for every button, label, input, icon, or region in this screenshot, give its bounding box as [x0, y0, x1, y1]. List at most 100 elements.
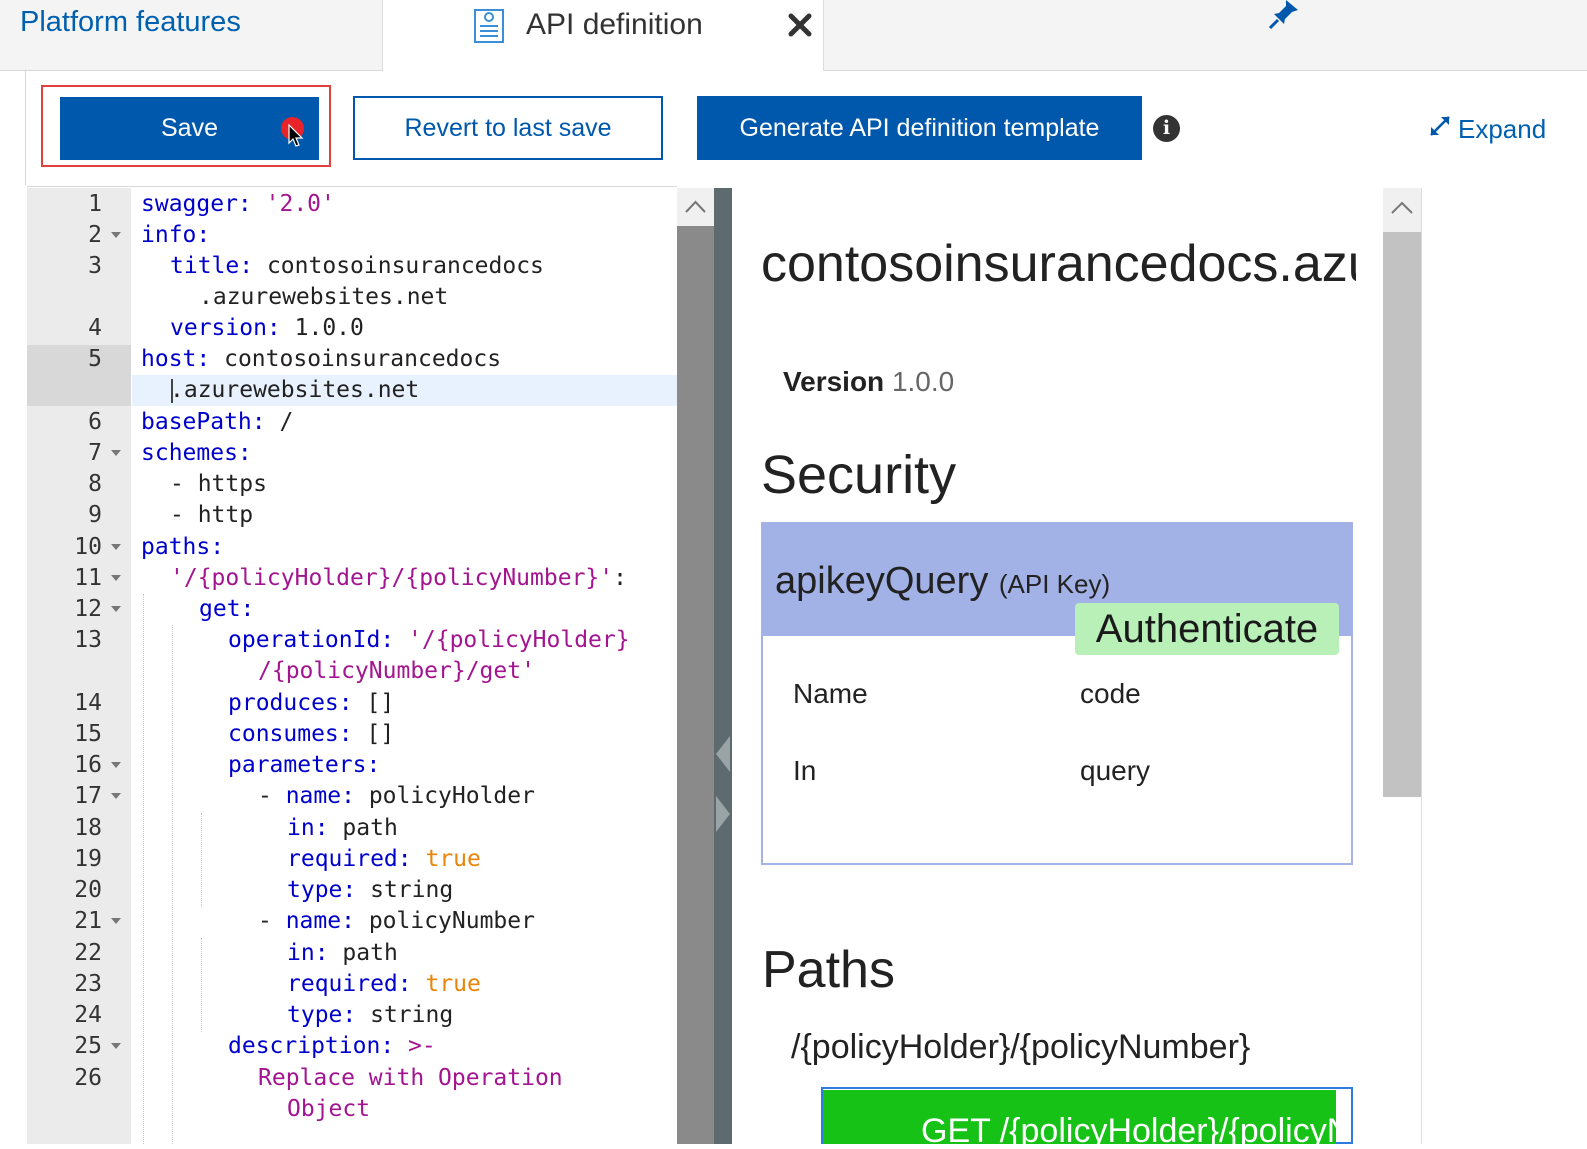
pane-splitter[interactable] — [714, 188, 732, 1144]
api-title: contosoinsurancedocs.azurewebsites.net — [761, 235, 1356, 293]
line-number: 24 — [74, 1002, 102, 1028]
line-number: 6 — [88, 409, 102, 435]
line-number: 11 — [74, 565, 102, 591]
paths-heading: Paths — [762, 941, 895, 999]
fold-arrow-icon[interactable] — [111, 606, 121, 612]
code-line: type: string — [287, 877, 454, 903]
line-number: 5 — [88, 346, 102, 372]
indent-guide — [201, 813, 202, 907]
code-line: consumes: [] — [228, 721, 395, 747]
code-line: - name: policyNumber — [258, 908, 535, 934]
fold-arrow-icon[interactable] — [111, 544, 121, 550]
generate-template-button[interactable]: Generate API definition template — [697, 96, 1142, 160]
line-number: 12 — [74, 596, 102, 622]
code-line: in: path — [287, 940, 398, 966]
security-name-label: Name — [793, 678, 868, 709]
code-line: .azurewebsites.net — [170, 377, 420, 403]
api-version: Version 1.0.0 — [783, 366, 955, 397]
line-number: 26 — [74, 1065, 102, 1091]
mouse-cursor-icon — [288, 123, 304, 153]
get-operation-header[interactable]: GET /{policyHolder}/{policyNumber} — [823, 1090, 1336, 1144]
indent-guide — [143, 594, 144, 1144]
pin-icon[interactable] — [1268, 0, 1300, 35]
expand-icon — [1428, 114, 1452, 145]
line-number: 25 — [74, 1033, 102, 1059]
tab-api-definition-label: API definition — [526, 8, 703, 41]
code-line: - http — [170, 502, 254, 528]
info-icon[interactable]: i — [1153, 115, 1180, 142]
line-number: 9 — [88, 502, 102, 528]
code-line: in: path — [287, 815, 398, 841]
line-number: 23 — [74, 971, 102, 997]
tab-platform-features[interactable]: Platform features — [0, 0, 383, 70]
fold-arrow-icon[interactable] — [111, 762, 121, 768]
tab-platform-features-label: Platform features — [20, 6, 241, 38]
code-line: produces: [] — [228, 690, 395, 716]
document-icon — [473, 8, 505, 49]
fold-arrow-icon[interactable] — [111, 1043, 121, 1049]
fold-arrow-icon[interactable] — [111, 575, 121, 581]
security-scheme-name: apikeyQuery (API Key) — [775, 560, 1111, 602]
editor-scrollbar[interactable] — [677, 188, 714, 1144]
line-number: 10 — [74, 534, 102, 560]
line-number: 4 — [88, 315, 102, 341]
line-number: 14 — [74, 690, 102, 716]
line-number: 16 — [74, 752, 102, 778]
code-line: required: true — [287, 971, 481, 997]
code-line: host: contosoinsurancedocs — [141, 346, 502, 372]
line-number: 13 — [74, 627, 102, 653]
line-number: 15 — [74, 721, 102, 747]
code-line: - name: policyHolder — [258, 783, 535, 809]
code-line: Object — [287, 1096, 371, 1122]
code-line: required: true — [287, 846, 481, 872]
line-number: 7 — [88, 440, 102, 466]
code-line: parameters: — [228, 752, 381, 778]
chevron-up-icon — [1391, 201, 1413, 214]
close-icon[interactable] — [786, 11, 814, 39]
code-line: title: contosoinsurancedocs — [170, 253, 544, 279]
preview-scroll-up-button[interactable] — [1383, 188, 1421, 232]
line-number: 19 — [74, 846, 102, 872]
code-line: operationId: '/{policyHolder} — [228, 627, 630, 653]
fold-arrow-icon[interactable] — [111, 918, 121, 924]
revert-button[interactable]: Revert to last save — [353, 96, 663, 160]
code-line: info: — [141, 222, 211, 248]
code-line: swagger: '2.0' — [141, 191, 335, 217]
tab-api-definition[interactable]: API definition — [383, 0, 824, 71]
indent-guide — [172, 625, 173, 1144]
scroll-up-button[interactable] — [677, 188, 714, 226]
line-number: 17 — [74, 783, 102, 809]
fold-arrow-icon[interactable] — [111, 793, 121, 799]
code-line: type: string — [287, 1002, 454, 1028]
fold-arrow-icon[interactable] — [111, 232, 121, 238]
get-operation-label: GET /{policyHolder}/{policyNumber} — [921, 1112, 1336, 1144]
code-line: basePath: / — [141, 409, 294, 435]
indent-guide — [201, 938, 202, 1032]
line-number: 22 — [74, 940, 102, 966]
path-route: /{policyHolder}/{policyNumber} — [791, 1028, 1251, 1066]
line-number: 2 — [88, 222, 102, 248]
security-in-value: query — [1080, 755, 1151, 786]
code-line: paths: — [141, 534, 225, 560]
expand-button[interactable]: Expand — [1428, 114, 1546, 145]
line-number: 1 — [88, 191, 102, 217]
code-line: version: 1.0.0 — [170, 315, 364, 341]
expand-label: Expand — [1458, 114, 1547, 144]
authenticate-button[interactable]: Authenticate — [1075, 603, 1339, 655]
code-line: get: — [199, 596, 255, 622]
line-number: 20 — [74, 877, 102, 903]
line-number: 3 — [88, 253, 102, 279]
security-heading: Security — [761, 445, 957, 505]
code-line: '/{policyHolder}/{policyNumber}': — [170, 565, 627, 591]
fold-arrow-icon[interactable] — [111, 450, 121, 456]
security-in-label: In — [793, 755, 817, 786]
line-number: 18 — [74, 815, 102, 841]
line-number: 8 — [88, 471, 102, 497]
preview-scroll-thumb[interactable] — [1383, 232, 1421, 797]
code-line: description: >- — [228, 1033, 436, 1059]
splitter-arrows-icon — [716, 736, 730, 832]
code-line: - https — [170, 471, 267, 497]
line-number: 21 — [74, 908, 102, 934]
code-line: schemes: — [141, 440, 252, 466]
chevron-up-icon — [685, 200, 706, 213]
